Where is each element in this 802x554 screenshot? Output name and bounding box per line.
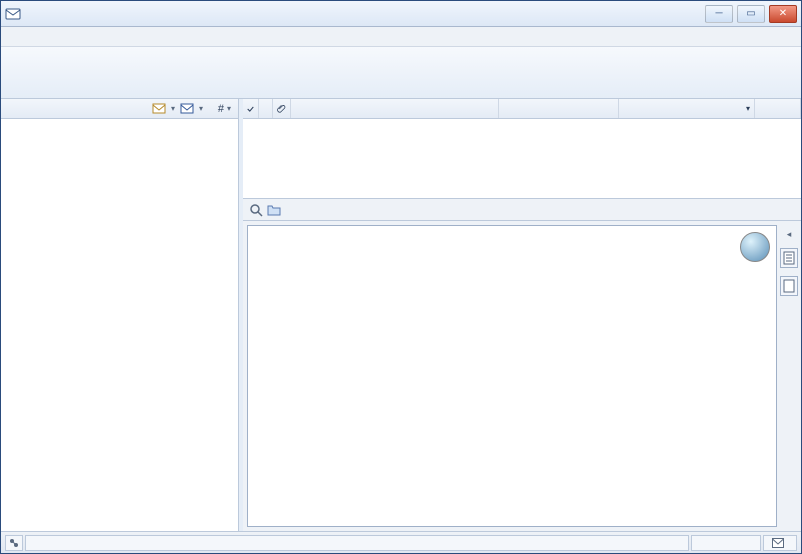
menu-configuration[interactable] [95,35,111,39]
unread-mail-icon [180,102,196,116]
envelope-icon [772,538,784,548]
attachment-icon [277,103,286,115]
col-size[interactable] [755,99,801,118]
message-list[interactable] [243,119,801,199]
collapse-arrow-icon[interactable]: ◂ [787,229,792,240]
col-attachment[interactable] [273,99,291,118]
menu-tools[interactable] [77,35,93,39]
menu-help[interactable] [113,35,129,39]
page-icon [783,251,795,265]
summary-status [243,199,801,221]
message-view[interactable] [247,225,777,527]
window-controls: ─ ▭ ✕ [705,5,797,23]
menu-file[interactable] [5,35,21,39]
new-mail-icon [152,102,168,116]
sb-connection-icon[interactable] [5,535,23,551]
folder-tree[interactable] [1,119,238,531]
message-list-header: ▾ [243,99,801,119]
col-date[interactable]: ▾ [619,99,755,118]
minimize-button[interactable]: ─ [705,5,733,23]
col-subject[interactable] [291,99,499,118]
titlebar: ─ ▭ ✕ [1,1,801,27]
checkmark-icon [247,104,254,114]
sb-message-area [25,535,689,551]
menu-message[interactable] [59,35,75,39]
maximize-button[interactable]: ▭ [737,5,765,23]
toolbar [1,47,801,99]
col-status[interactable] [259,99,273,118]
statusbar [1,531,801,553]
folder-header-dropdown3[interactable]: ▾ [224,104,234,113]
tab-text[interactable] [780,248,798,268]
folder-icon [267,204,281,216]
col-from[interactable] [499,99,619,118]
sender-avatar-icon [740,232,770,262]
folder-header: ▾ ▾ # ▾ [1,99,238,119]
message-view-wrap: ◂ [243,221,801,531]
menu-view[interactable] [41,35,57,39]
content: ▾ ▾ # ▾ [1,99,801,531]
magnifier-icon[interactable] [249,203,263,217]
side-tabs: ◂ [777,221,801,531]
col-mark[interactable] [243,99,259,118]
blank-page-icon [783,279,795,293]
right-pane: ▾ [243,99,801,531]
tab-attachments[interactable] [780,276,798,296]
app-icon [5,6,21,22]
sb-account[interactable] [763,535,797,551]
menu-edit[interactable] [23,35,39,39]
folder-header-dropdown2[interactable]: ▾ [196,104,206,113]
sb-progress-area [691,535,761,551]
main-window: ─ ▭ ✕ ▾ ▾ # ▾ [0,0,802,554]
close-button[interactable]: ✕ [769,5,797,23]
folder-panel: ▾ ▾ # ▾ [1,99,239,531]
folder-header-dropdown[interactable]: ▾ [168,104,178,113]
menubar [1,27,801,47]
